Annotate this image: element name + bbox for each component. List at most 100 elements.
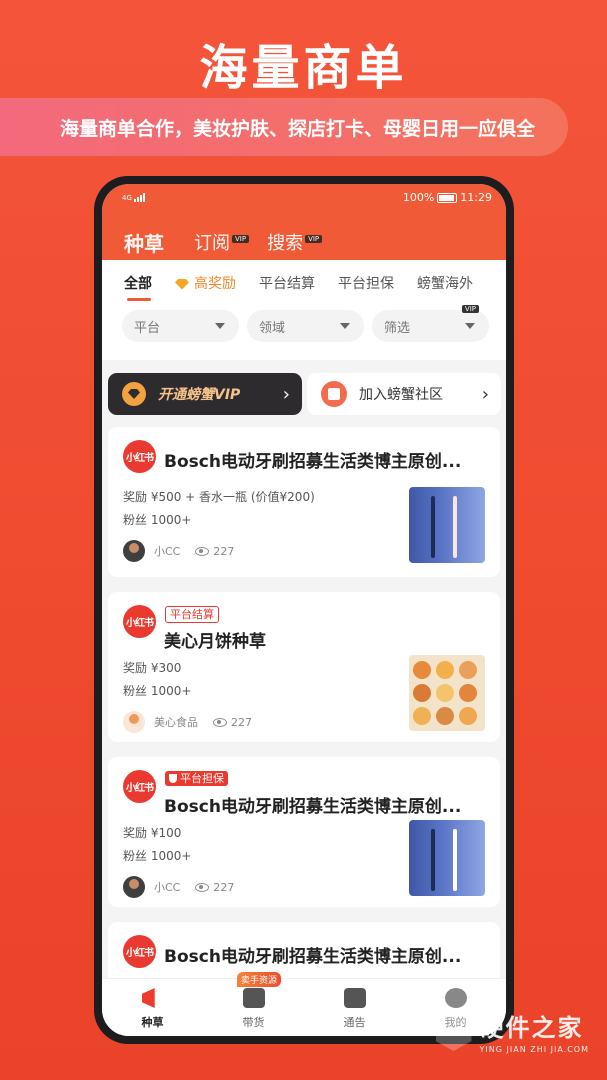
eye-icon [213, 717, 227, 727]
signal-icon [133, 192, 145, 202]
avatar [123, 711, 145, 733]
xiaohongshu-logo: 小红书 [123, 770, 156, 803]
promo-headline: 海量商单 [199, 40, 408, 96]
task-card[interactable]: 小红书 平台担保 Bosch电动牙刷招募生活类博主原创... 奖励 ¥100 粉… [108, 757, 500, 907]
toothbrush-image [409, 820, 485, 896]
filter-platform-dropdown[interactable]: 平台 [122, 310, 239, 342]
subtab-platform-guarantee[interactable]: 平台担保 [338, 273, 394, 293]
card-views: 227 [231, 715, 252, 729]
card-author: 小CC [154, 881, 181, 894]
subtab-high-reward-label: 高奖励 [194, 276, 236, 292]
tab-bar-daihuo[interactable]: 卖手资源 带货 [203, 972, 304, 1036]
status-bar: 4G 100% 11:29 [102, 184, 506, 210]
subtab-platform-settlement[interactable]: 平台结算 [259, 273, 315, 293]
card-fans: 粉丝 1000+ [123, 684, 192, 698]
task-card[interactable]: 小红书 Bosch电动牙刷招募生活类博主原创... 奖励 ¥500 + 香水一瓶… [108, 427, 500, 577]
vip-badge: VIP [232, 235, 250, 243]
card-title: Bosch电动牙刷招募生活类博主原创... [164, 797, 462, 817]
promo-banner-text: 海量商单合作，美妆护肤、探店打卡、母婴日用一应俱全 [60, 117, 536, 140]
join-community-button[interactable]: 加入螃蟹社区 › [307, 373, 501, 415]
tab-subscribe[interactable]: 订阅 VIP [194, 229, 250, 255]
battery-percent: 100% [402, 190, 435, 204]
card-reward: 奖励 ¥300 [123, 661, 182, 675]
watermark-en: YING JIAN ZHI JIA.COM [479, 1045, 589, 1054]
vip-badge: VIP [305, 235, 323, 243]
task-card[interactable]: 小红书 平台结算 美心月饼种草 奖励 ¥300 粉丝 1000+ 美心食品 227 [108, 592, 500, 742]
chevron-right-icon: › [481, 383, 489, 405]
join-community-label: 加入螃蟹社区 [359, 387, 443, 403]
subtab-high-reward[interactable]: 高奖励 [175, 273, 236, 293]
caret-down-icon [340, 323, 350, 329]
card-meta: 美心食品 227 [123, 711, 252, 733]
subtab-overseas[interactable]: 螃蟹海外 [417, 273, 473, 293]
card-author: 小CC [154, 545, 181, 558]
tab-bar-zhongcao[interactable]: 种草 [102, 979, 203, 1036]
status-right: 100% 11:29 [403, 191, 492, 204]
filter-screen-dropdown[interactable]: 筛选 VIP [372, 305, 489, 342]
cta-row: 开通螃蟹VIP › 加入螃蟹社区 › [108, 373, 501, 415]
battery-icon [437, 192, 458, 203]
card-views: 227 [213, 544, 235, 558]
platform-guarantee-tag: 平台担保 [165, 771, 228, 786]
filter-domain-dropdown[interactable]: 领域 [247, 310, 364, 342]
sub-tabs: 全部 高奖励 平台结算 平台担保 螃蟹海外 [102, 260, 506, 306]
card-reward: 奖励 ¥100 [123, 826, 182, 840]
profile-avatar-icon [444, 988, 467, 1008]
subtab-all[interactable]: 全部 [124, 273, 152, 301]
vip-badge: VIP [461, 305, 479, 313]
card-fans: 粉丝 1000+ [123, 513, 192, 527]
app-header: 4G 100% 11:29 种草 订阅 VIP 搜索 VIP 全部 高奖励 平台结算 … [102, 184, 506, 360]
caret-down-icon [215, 323, 225, 329]
card-meta: 小CC 227 [123, 876, 234, 898]
eye-icon [195, 546, 210, 556]
tab-bar-notice[interactable]: 通告 [304, 979, 405, 1036]
platform-settlement-tag: 平台结算 [165, 606, 219, 623]
xiaohongshu-logo: 小红书 [123, 440, 156, 473]
xiaohongshu-logo: 小红书 [123, 605, 156, 638]
filter-row: 平台 领域 筛选 VIP [102, 305, 506, 342]
tab-zhongcao[interactable]: 种草 [124, 228, 164, 257]
chat-icon [321, 381, 347, 407]
cart-icon [242, 988, 265, 1008]
watermark: 硬件之家 YING JIAN ZHI JIA.COM [435, 1008, 589, 1054]
watermark-cn: 硬件之家 [479, 1014, 584, 1042]
seller-resource-badge: 卖手资源 [237, 972, 282, 987]
avatar [123, 876, 145, 898]
mooncake-image [409, 655, 485, 731]
filter-screen-label: 筛选 [384, 320, 411, 336]
tab-search[interactable]: 搜索 VIP [267, 229, 323, 255]
card-author: 美心食品 [154, 716, 198, 729]
card-title: Bosch电动牙刷招募生活类博主原创... [164, 452, 462, 472]
megaphone-icon [141, 988, 155, 1008]
tab-bar-label: 种草 [141, 1016, 164, 1029]
eye-icon [195, 882, 210, 892]
card-title: 美心月饼种草 [164, 632, 266, 652]
card-title: Bosch电动牙刷招募生活类博主原创... [164, 947, 462, 967]
clock: 11:29 [460, 190, 492, 204]
network-type: 4G [122, 193, 132, 202]
card-views: 227 [213, 880, 235, 894]
xiaohongshu-logo: 小红书 [123, 935, 156, 968]
signal-indicator: 4G [122, 192, 145, 202]
avatar [123, 540, 145, 562]
tab-bar-label: 通告 [343, 1016, 366, 1029]
open-vip-label: 开通螃蟹VIP [158, 387, 241, 403]
tab-subscribe-label: 订阅 [194, 233, 230, 254]
watermark-text: 硬件之家 YING JIAN ZHI JIA.COM [480, 1008, 589, 1054]
card-reward: 奖励 ¥500 + 香水一瓶 (价值¥200) [123, 490, 315, 504]
card-fans: 粉丝 1000+ [123, 849, 192, 863]
chevron-right-icon: › [282, 383, 290, 405]
diamond-icon [175, 278, 189, 290]
top-nav: 种草 订阅 VIP 搜索 VIP [102, 210, 506, 262]
vip-diamond-icon [122, 382, 146, 406]
filter-panel: 全部 高奖励 平台结算 平台担保 螃蟹海外 平台 领域 筛选 VIP [102, 260, 506, 360]
notice-icon [343, 988, 366, 1008]
app-screen: 4G 100% 11:29 种草 订阅 VIP 搜索 VIP 全部 高奖励 平台结算 … [102, 184, 506, 1036]
filter-platform-label: 平台 [134, 320, 161, 336]
filter-domain-label: 领域 [259, 320, 286, 336]
card-meta: 小CC 227 [123, 540, 234, 562]
tab-search-label: 搜索 [267, 233, 304, 254]
phone-frame: 4G 100% 11:29 种草 订阅 VIP 搜索 VIP 全部 高奖励 平台结算 … [94, 176, 514, 1044]
caret-down-icon [465, 323, 475, 329]
open-vip-button[interactable]: 开通螃蟹VIP › [108, 373, 302, 415]
